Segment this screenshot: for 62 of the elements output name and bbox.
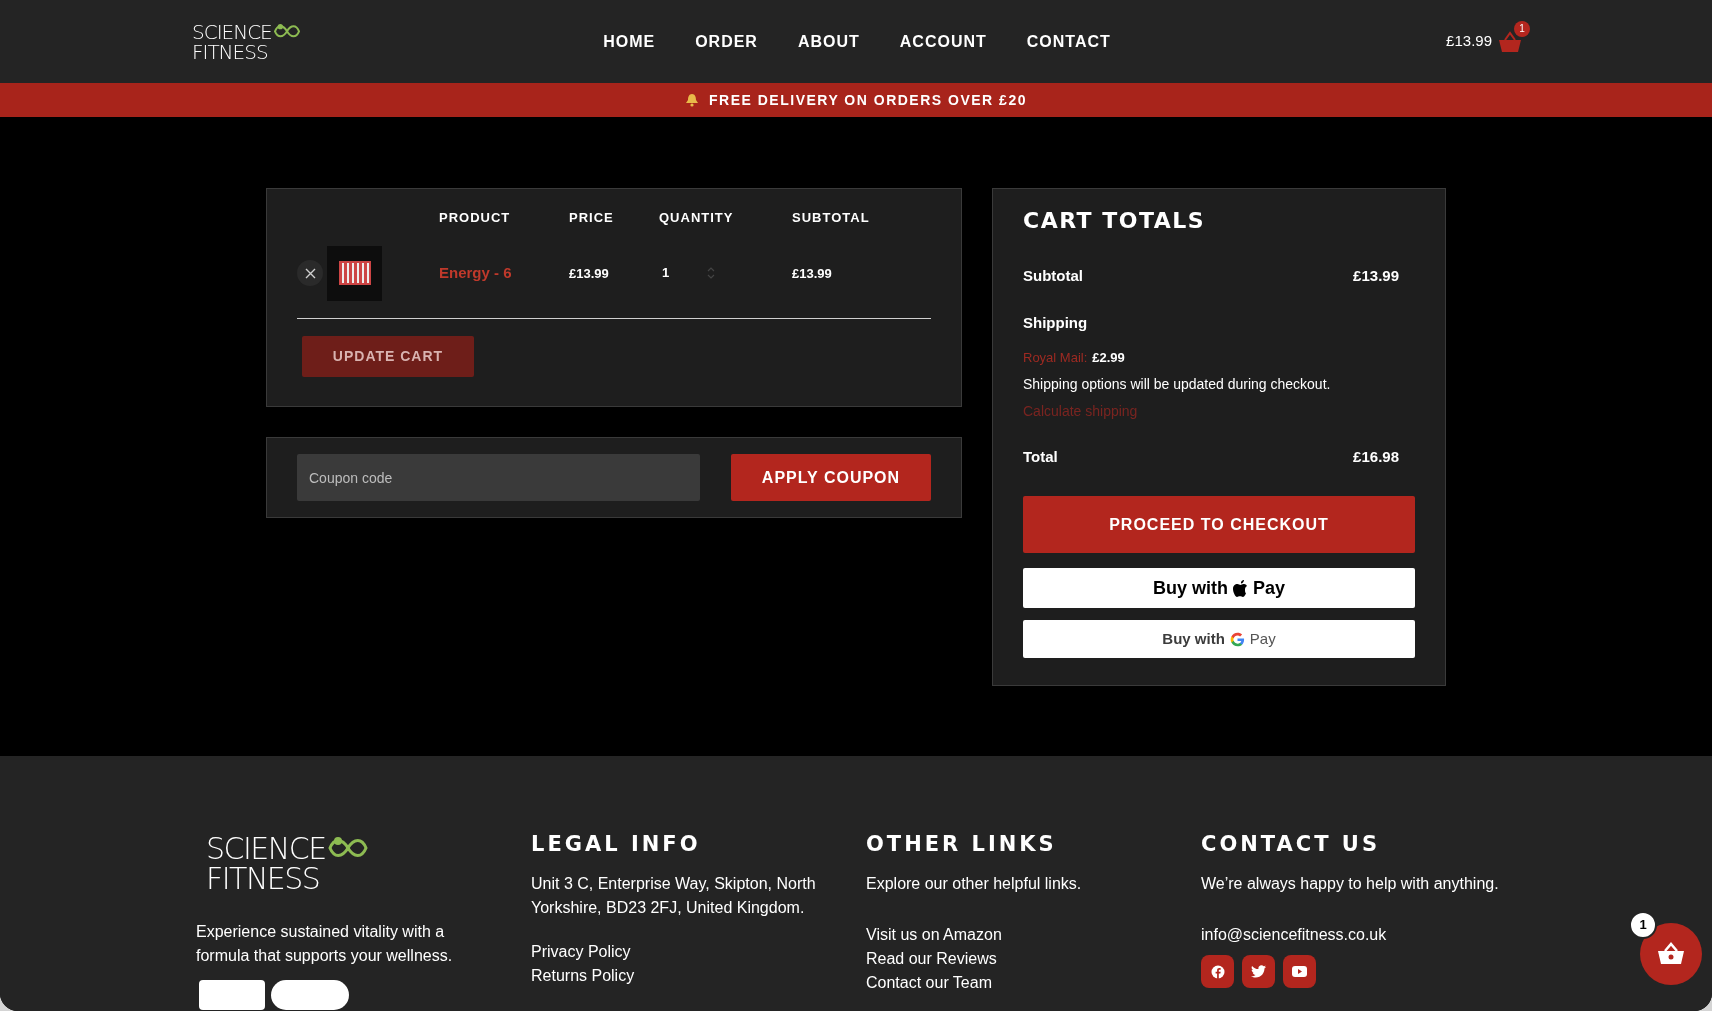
cart-total[interactable]: £13.99	[1446, 30, 1492, 53]
summary-value: £16.98	[1353, 446, 1399, 467]
basket-icon	[1657, 942, 1685, 966]
apple-icon	[1233, 579, 1248, 597]
column-header: QUANTITY	[659, 210, 734, 225]
summary-label: Total	[1023, 446, 1058, 467]
column-header: PRICE	[569, 210, 614, 225]
close-icon	[304, 267, 316, 279]
summary-value: £13.99	[1353, 266, 1399, 286]
banner-text: FREE DELIVERY ON ORDERS OVER £20	[709, 90, 1027, 110]
social-button[interactable]	[1201, 955, 1234, 988]
apple-pay-button[interactable]: Buy with Pay	[1023, 568, 1415, 608]
spinner-icon	[707, 266, 715, 280]
social-button[interactable]	[1283, 955, 1316, 988]
bird-icon	[1251, 965, 1266, 978]
footer-heading: CONTACT US	[1201, 832, 1380, 856]
nav-link[interactable]: HOME	[603, 29, 656, 54]
logo-swirl-icon	[271, 21, 302, 38]
footer-link[interactable]: Privacy Policy	[531, 940, 631, 964]
footer-link[interactable]: Visit us on Amazon	[866, 923, 1002, 947]
footer-text: Unit 3 C, Enterprise Way, Skipton, North Yorkshire, BD23 2FJ, United Kingdom.	[531, 874, 817, 918]
nav-link[interactable]: ACCOUNT	[899, 29, 987, 54]
site-logo[interactable]: SCIENCE FITNESS	[206, 832, 370, 894]
quantity-field[interactable]: 1	[659, 260, 715, 286]
price-cell: £13.99	[569, 266, 609, 281]
product-thumbnail[interactable]	[327, 245, 382, 301]
remove-button[interactable]	[297, 260, 323, 286]
shipping-method: Royal Mail:	[1023, 349, 1088, 367]
play-icon	[1292, 966, 1307, 977]
summary-label: Shipping	[1023, 312, 1088, 333]
column-header: PRODUCT	[439, 210, 511, 225]
nav-link[interactable]: ABOUT	[797, 29, 860, 54]
footer-link[interactable]: Returns Policy	[531, 964, 635, 988]
summary-label: Subtotal	[1023, 266, 1083, 286]
shipping-price: £2.99	[1092, 349, 1125, 367]
google-icon	[1229, 631, 1245, 647]
nav-link[interactable]: CONTACT	[1026, 29, 1111, 54]
google-pay-button[interactable]: Buy with Pay	[1023, 620, 1415, 658]
footer-tagline: Experience sustained vitality with a formula that supports your wellness.	[196, 922, 454, 966]
facebook-icon	[1210, 964, 1225, 979]
apply-coupon-button[interactable]: APPLY COUPON	[731, 454, 931, 501]
site-logo[interactable]: SCIENCE FITNESS	[192, 21, 302, 62]
social-button[interactable]	[1242, 955, 1275, 988]
footer-heading: LEGAL INFO	[531, 832, 701, 856]
panel-title: CART TOTALS	[1023, 207, 1206, 235]
column-header: SUBTOTAL	[792, 210, 870, 225]
nav-link[interactable]: ORDER	[695, 29, 758, 54]
update-cart-button[interactable]: UPDATE CART	[302, 336, 474, 377]
footer-link[interactable]: Contact our Team	[866, 971, 992, 995]
shipping-note: Shipping options will be updated during checkout.	[1023, 374, 1331, 394]
basket-icon	[1498, 30, 1522, 53]
bell-icon	[685, 93, 699, 107]
footer-link[interactable]: info@sciencefitness.co.uk	[1201, 923, 1387, 947]
footer-link[interactable]: Read our Reviews	[866, 947, 997, 971]
subtotal-cell: £13.99	[792, 266, 832, 281]
payment-badge	[199, 980, 265, 1010]
footer-text: We’re always happy to help with anything.	[1201, 874, 1500, 894]
footer-text: Explore our other helpful links.	[866, 874, 1083, 894]
checkout-button[interactable]: PROCEED TO CHECKOUT	[1023, 496, 1415, 553]
cart-count-badge: 1	[1514, 20, 1530, 37]
footer-heading: OTHER LINKS	[866, 832, 1057, 856]
coupon-field[interactable]: Coupon code	[297, 454, 700, 501]
